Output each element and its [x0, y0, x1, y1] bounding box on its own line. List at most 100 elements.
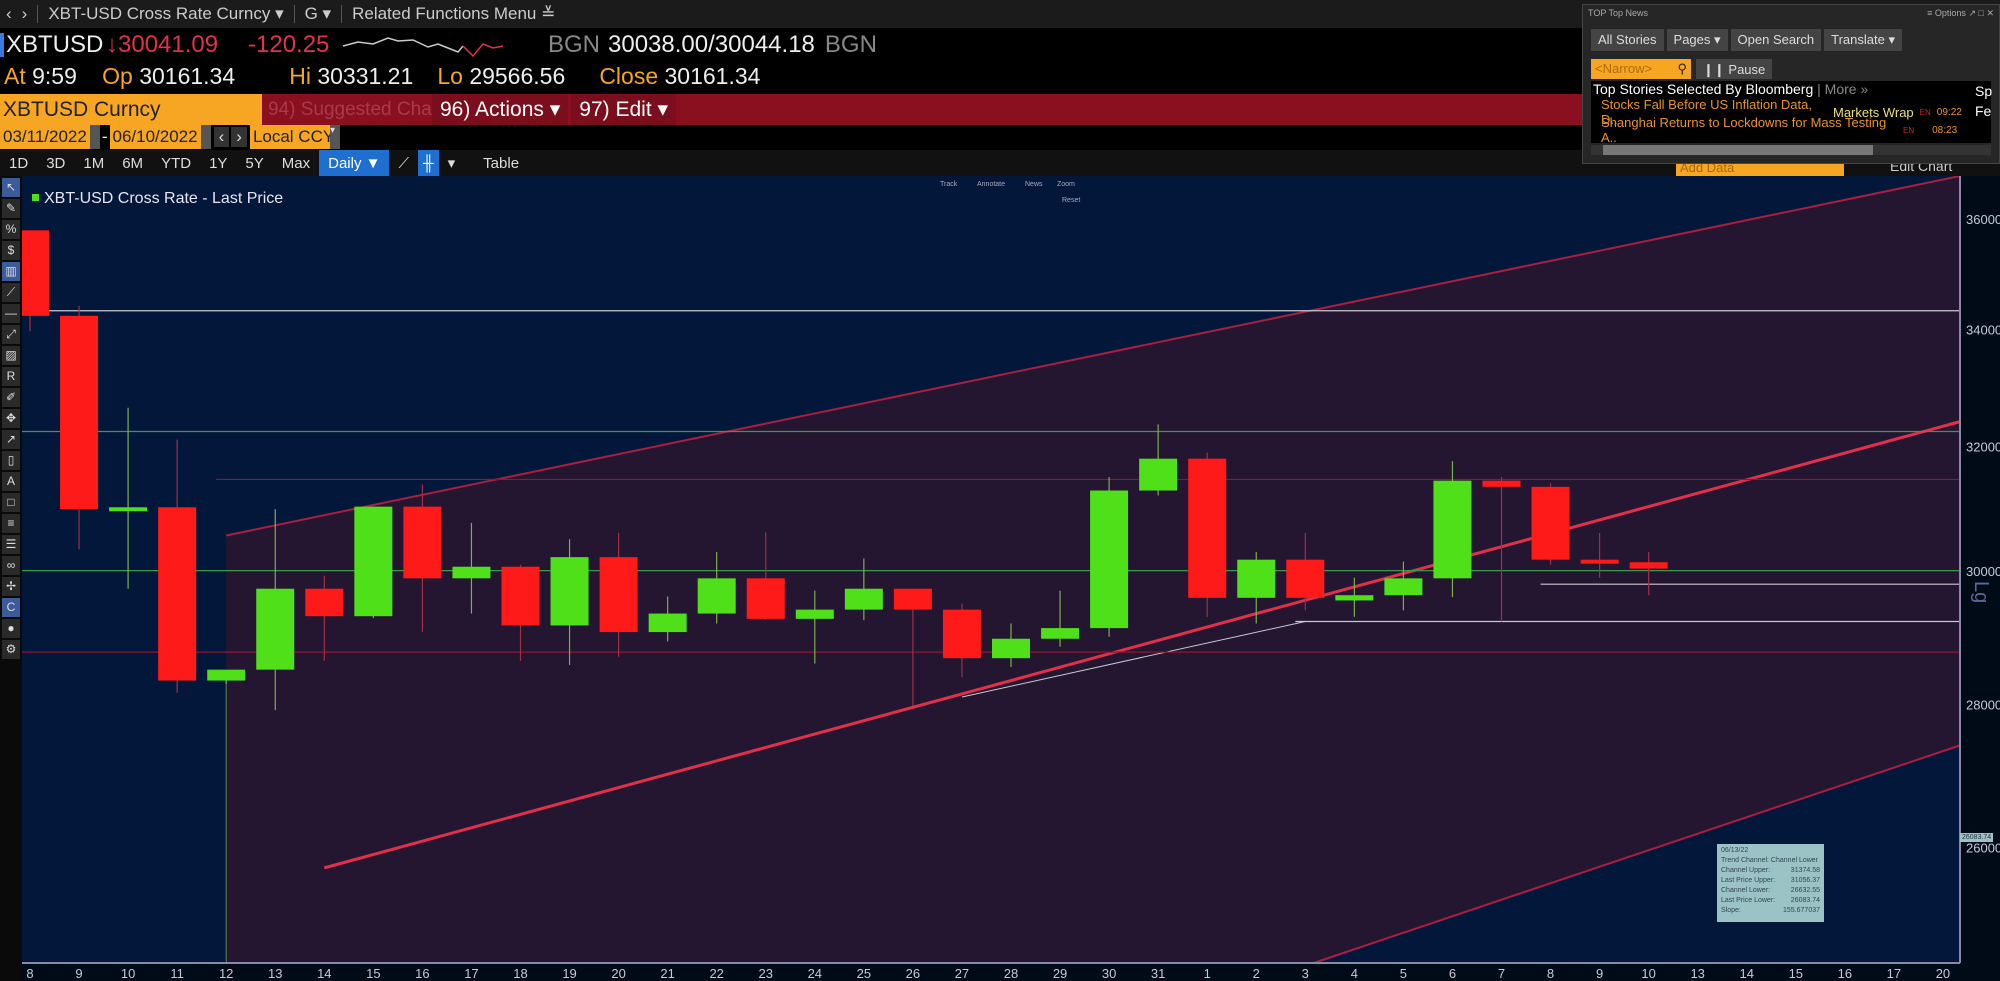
maximize-icon[interactable]: □: [1979, 8, 1984, 18]
pop-out-icon[interactable]: ↗: [1968, 8, 1976, 18]
candlestick-icon[interactable]: ╫: [418, 150, 439, 176]
at-label: At: [4, 63, 26, 89]
close-label: Close: [599, 63, 659, 89]
ticker-marker: [0, 32, 4, 57]
high-value: 30331.21: [317, 63, 414, 89]
price-chart[interactable]: 2600028000300003200034000360008 9 10 11 12 13…: [22, 176, 2000, 981]
horizontal-line-icon[interactable]: —: [2, 304, 20, 323]
trend-channel-tooltip: 06/13/22 Trend Channel: Channel Lower Ch…: [1717, 844, 1824, 922]
back-button[interactable]: ‹: [6, 4, 12, 24]
candle-body: [207, 669, 246, 681]
percent-measure-icon[interactable]: %: [2, 220, 20, 239]
candle-body: [599, 557, 638, 633]
track-button[interactable]: Track: [940, 181, 958, 188]
annotate-button[interactable]: Annotate: [977, 181, 1005, 188]
story-language: EN: [1919, 107, 1931, 117]
candle-body: [501, 566, 540, 626]
text-icon[interactable]: A: [2, 472, 20, 491]
dollar-measure-icon[interactable]: $: [2, 241, 20, 260]
tab-1y[interactable]: 1Y: [200, 150, 236, 176]
related-functions-menu[interactable]: Related Functions Menu ≚: [352, 4, 555, 24]
candle-body: [844, 588, 883, 610]
news-button[interactable]: News: [1025, 181, 1043, 188]
all-stories-button[interactable]: All Stories: [1591, 29, 1664, 51]
tooltip-label: Slope:: [1721, 907, 1741, 914]
pen-icon[interactable]: ✎: [2, 199, 20, 218]
tab-3d[interactable]: 3D: [37, 150, 74, 176]
horizontal-scrollbar[interactable]: [1591, 145, 1991, 155]
x-tick-label: 15: [366, 966, 380, 981]
pages-button[interactable]: Pages ▾: [1666, 29, 1728, 51]
trendline-icon[interactable]: ⟋: [2, 283, 20, 302]
ray-icon[interactable]: ⤢: [2, 325, 20, 344]
security-field[interactable]: XBTUSD Curncy: [0, 94, 262, 125]
close-icon[interactable]: ✕: [1986, 8, 1994, 18]
scrollbar-thumb[interactable]: [1603, 145, 1873, 155]
pin-icon[interactable]: ✢: [2, 577, 20, 596]
forward-button[interactable]: ›: [22, 4, 28, 24]
tab-6m[interactable]: 6M: [113, 150, 152, 176]
tab-max[interactable]: Max: [273, 150, 319, 176]
tooltip-value: 26083.74: [1790, 897, 1820, 904]
options-button[interactable]: ≡ Options: [1927, 8, 1966, 18]
x-tick-label: 20: [611, 966, 625, 981]
currency-select[interactable]: Local CCY: [249, 125, 334, 149]
date-separator: -: [101, 127, 108, 146]
pointer-icon[interactable]: ↖: [2, 178, 20, 197]
chevron-down-icon[interactable]: ▾: [329, 125, 340, 149]
tab-1m[interactable]: 1M: [74, 150, 113, 176]
columns-icon[interactable]: ▥: [2, 262, 20, 281]
tab-5y[interactable]: 5Y: [236, 150, 272, 176]
x-tick-label: 14: [1740, 966, 1754, 981]
g-menu[interactable]: G ▾: [305, 4, 331, 24]
reset-button[interactable]: Reset: [1062, 197, 1080, 204]
select-icon[interactable]: ↗: [2, 430, 20, 449]
translate-button[interactable]: Translate ▾: [1824, 29, 1902, 51]
link-icon[interactable]: ∞: [2, 556, 20, 575]
chevron-down-icon[interactable]: ▾: [439, 150, 465, 176]
calendar-icon[interactable]: [200, 125, 211, 149]
edit-button[interactable]: 97) Edit ▾: [571, 94, 677, 125]
trash-icon[interactable]: ▯: [2, 451, 20, 470]
next-period-button[interactable]: ›: [231, 127, 247, 147]
retracement-icon[interactable]: R: [2, 367, 20, 386]
start-date-input[interactable]: 03/11/2022: [0, 125, 90, 149]
magnet-icon[interactable]: C: [2, 598, 20, 617]
pencil-icon[interactable]: ✐: [2, 388, 20, 407]
y-tick-label: 34000: [1966, 322, 2000, 337]
ask-source: BGN: [824, 30, 877, 58]
x-tick-label: 10: [1641, 966, 1655, 981]
channel-icon[interactable]: ▨: [2, 346, 20, 365]
calendar-icon[interactable]: [89, 125, 100, 149]
rectangle-icon[interactable]: □: [2, 493, 20, 512]
line-chart-icon[interactable]: ⟋: [389, 150, 418, 176]
actions-button[interactable]: 96) Actions ▾: [432, 94, 569, 125]
open-search-button[interactable]: Open Search: [1730, 29, 1822, 51]
x-tick-label: 10: [121, 966, 135, 981]
list-icon[interactable]: ≡: [2, 514, 20, 533]
frequency-select[interactable]: Daily ▼: [319, 150, 390, 176]
gear-icon[interactable]: ⚙: [2, 640, 20, 659]
tab-ytd[interactable]: YTD: [152, 150, 200, 176]
pause-button[interactable]: ❙❙ Pause: [1696, 59, 1773, 79]
zoom-button[interactable]: Zoom: [1057, 181, 1075, 188]
prev-period-button[interactable]: ‹: [213, 127, 230, 147]
news-panel-title: TOP Top News: [1588, 8, 1649, 18]
move-icon[interactable]: ✥: [2, 409, 20, 428]
more-link[interactable]: | More »: [1817, 81, 1868, 97]
lines-icon[interactable]: ☰: [2, 535, 20, 554]
news-story[interactable]: Shanghai Returns to Lockdowns for Mass T…: [1591, 115, 1991, 145]
close-value: 30161.34: [664, 63, 761, 89]
narrow-search-input[interactable]: <Narrow> ⚲: [1591, 59, 1691, 79]
palette-icon[interactable]: ●: [2, 619, 20, 638]
candle-body: [1629, 562, 1668, 569]
candle-body: [942, 609, 981, 659]
x-tick-label: 22: [709, 966, 723, 981]
security-menu[interactable]: XBT-USD Cross Rate Curncy ▾: [48, 4, 283, 24]
suggested-charts-button[interactable]: 94) Suggested Charts: [262, 99, 453, 121]
x-tick-label: 4: [1351, 966, 1358, 981]
table-button[interactable]: Table: [474, 150, 528, 176]
tab-1d[interactable]: 1D: [0, 150, 37, 176]
candle-body: [256, 588, 295, 670]
end-date-input[interactable]: 06/10/2022: [109, 125, 201, 149]
